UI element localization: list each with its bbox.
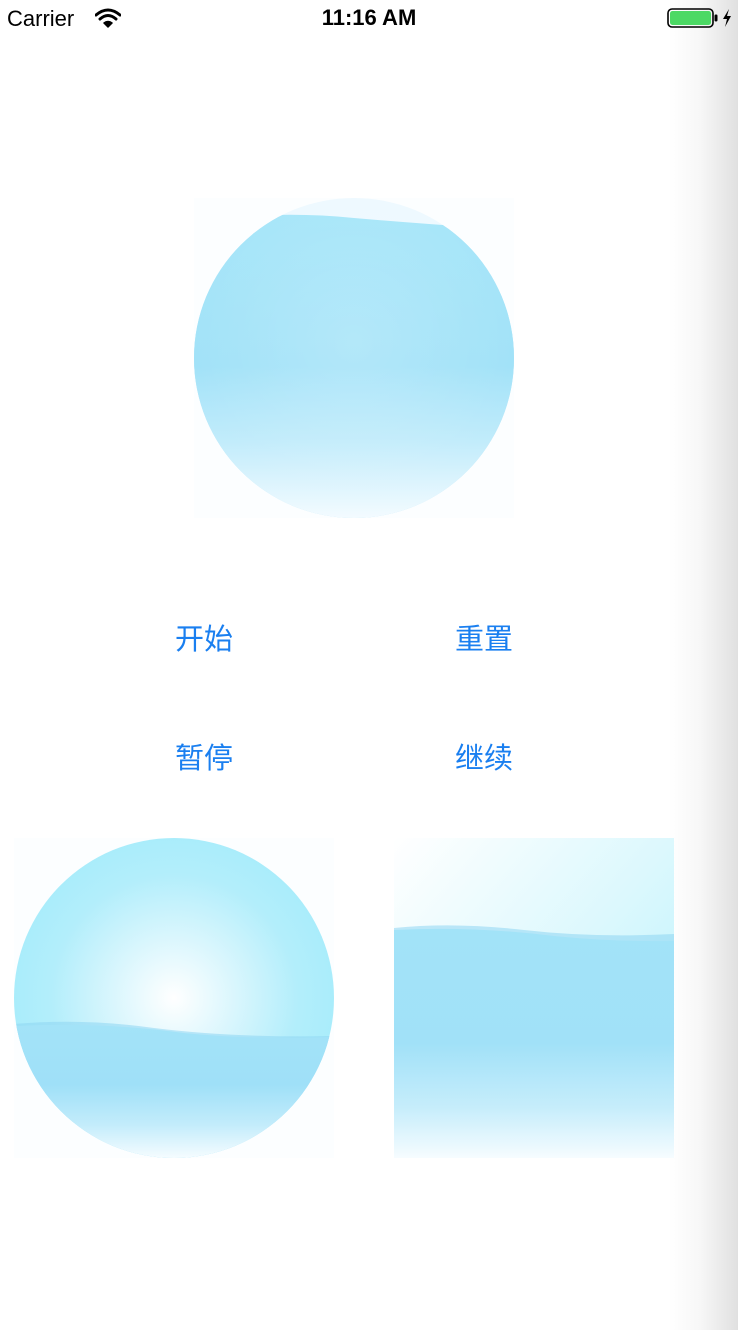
battery-icon (667, 8, 718, 28)
wave-progress-square (394, 838, 674, 1158)
status-bar: Carrier 11:16 AM (0, 0, 738, 40)
start-button[interactable]: 开始 (124, 614, 284, 664)
wave-progress-circle-top (194, 198, 514, 518)
status-time: 11:16 AM (321, 5, 417, 30)
pause-button[interactable]: 暂停 (124, 733, 284, 783)
reset-button[interactable]: 重置 (404, 614, 564, 664)
charging-icon (723, 9, 731, 27)
right-edge-shadow (668, 0, 738, 1330)
resume-button[interactable]: 继续 (404, 733, 564, 783)
wave-progress-circle-bottom (14, 838, 334, 1158)
